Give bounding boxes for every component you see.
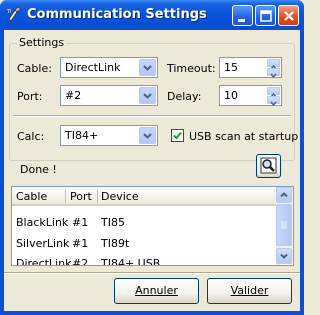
calc-select-value: TI84+ — [65, 129, 99, 142]
ok-button[interactable]: Valider — [207, 278, 292, 304]
chevron-down-icon — [143, 93, 152, 99]
cancel-button[interactable]: Annuler — [114, 278, 199, 304]
calc-select[interactable]: TI84+ — [60, 125, 158, 146]
row-cable: SilverLink — [16, 237, 70, 250]
group-divider-highlight — [13, 116, 291, 117]
calc-dropdown-button[interactable] — [139, 127, 156, 144]
timeout-label: Timeout: — [167, 62, 216, 75]
column-divider[interactable] — [97, 190, 98, 203]
chevron-down-icon — [280, 253, 288, 259]
cable-dropdown-button[interactable] — [139, 59, 156, 76]
window-title: Communication Settings — [27, 7, 207, 22]
checkmark-icon — [173, 131, 182, 140]
timeout-value: 15 — [224, 61, 238, 74]
magnifier-icon — [260, 157, 277, 174]
delay-spinner[interactable]: 10 — [219, 85, 282, 107]
timeout-spinner[interactable]: 15 — [219, 57, 282, 79]
timeout-spin-arrows — [267, 59, 280, 79]
row-port: #1 — [72, 237, 89, 250]
dialog-window: TI Communication Settings Settings Cable… — [0, 0, 304, 315]
usb-scan-label: USB scan at startup — [189, 130, 299, 143]
scroll-up-button[interactable] — [276, 187, 292, 203]
probe-button[interactable] — [256, 154, 281, 178]
minimize-icon — [238, 19, 245, 22]
footer-divider-highlight — [4, 273, 300, 274]
cable-select[interactable]: DirectLink — [60, 57, 158, 78]
device-list[interactable]: Cable Port Device BlackLink #1 TI85 Silv… — [11, 186, 294, 266]
port-select-value: #2 — [65, 89, 82, 102]
dialog-client-area: Settings Cable: DirectLink Port: #2 Time… — [4, 30, 300, 311]
chevron-down-icon — [143, 65, 152, 71]
row-port: #2 — [72, 257, 89, 266]
timeout-up-button[interactable] — [267, 59, 280, 70]
settings-group: Settings Cable: DirectLink Port: #2 Time… — [9, 36, 299, 161]
status-text: Done ! — [20, 163, 57, 176]
delay-value: 10 — [224, 89, 238, 102]
ti-graph-link-icon: TI — [6, 6, 22, 22]
delay-spin-arrows — [267, 87, 280, 107]
maximize-button[interactable] — [255, 5, 276, 26]
cable-select-value: DirectLink — [65, 61, 121, 74]
scroll-down-button[interactable] — [276, 248, 292, 264]
cancel-button-label: Annuler — [135, 284, 178, 297]
settings-group-label: Settings — [17, 36, 67, 49]
minimize-button[interactable] — [232, 5, 253, 26]
svg-text:TI: TI — [6, 9, 12, 15]
column-divider[interactable] — [65, 190, 66, 203]
calc-label: Calc: — [17, 130, 45, 143]
column-header-device[interactable]: Device — [101, 190, 139, 203]
row-device: TI84+ USB — [101, 257, 161, 266]
device-list-scrollbar[interactable] — [276, 187, 293, 265]
maximize-icon — [260, 10, 272, 22]
row-cable: DirectLink — [16, 257, 72, 266]
column-header-cable[interactable]: Cable — [16, 190, 47, 203]
close-button[interactable] — [278, 5, 299, 26]
delay-down-button[interactable] — [267, 96, 280, 107]
row-device: TI85 — [101, 216, 125, 229]
delay-label: Delay: — [167, 90, 202, 103]
usb-scan-checkbox[interactable] — [171, 129, 184, 142]
scroll-thumb[interactable] — [276, 204, 292, 246]
row-device: TI89t — [101, 237, 130, 250]
delay-up-button[interactable] — [267, 87, 280, 98]
chevron-down-icon — [143, 133, 152, 139]
cable-label: Cable: — [17, 62, 52, 75]
port-select[interactable]: #2 — [60, 85, 158, 106]
window-frame-bottom — [0, 311, 304, 315]
title-bar[interactable]: TI Communication Settings — [0, 0, 304, 30]
chevron-up-icon — [280, 192, 288, 198]
device-list-header: Cable Port Device — [12, 187, 278, 206]
grip-icon — [281, 221, 287, 229]
row-cable: BlackLink — [16, 216, 69, 229]
row-port: #1 — [72, 216, 89, 229]
port-dropdown-button[interactable] — [139, 87, 156, 104]
column-header-port[interactable]: Port — [70, 190, 92, 203]
ok-button-label: Valider — [230, 284, 269, 297]
port-label: Port: — [17, 90, 43, 103]
chevron-down-icon — [270, 73, 277, 79]
close-icon — [284, 11, 294, 21]
timeout-down-button[interactable] — [267, 68, 280, 79]
chevron-down-icon — [270, 101, 277, 107]
